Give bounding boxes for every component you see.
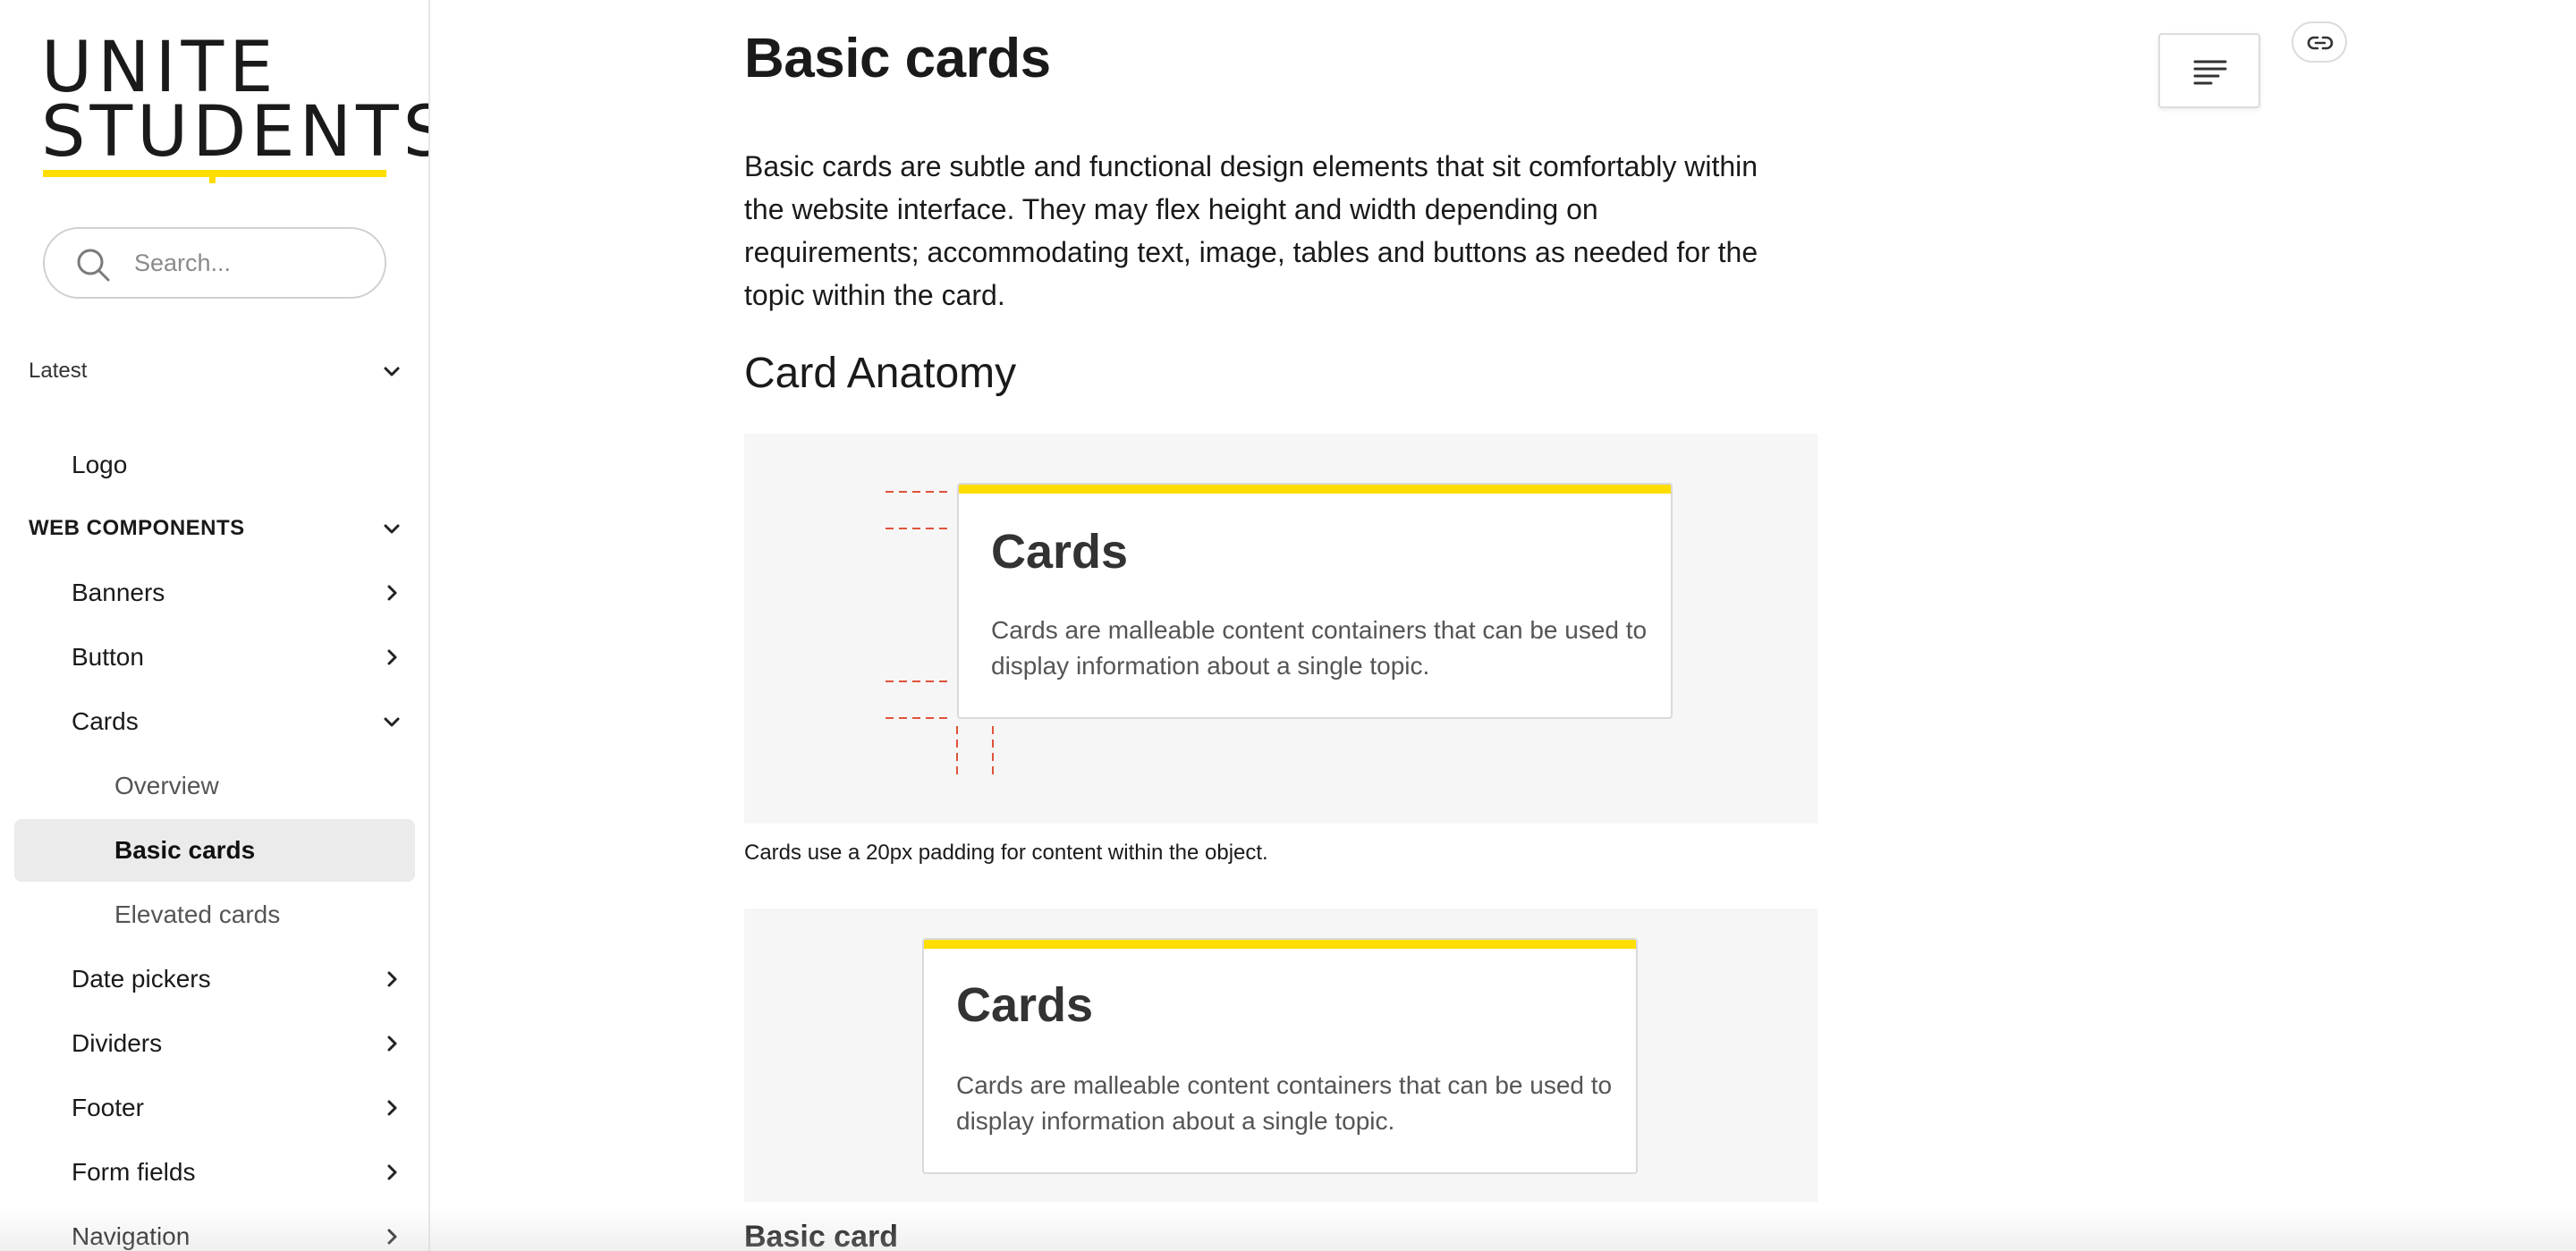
card-title: Cards [991,525,1129,579]
sidebar-item-latest[interactable]: Latest [14,340,415,402]
link-icon [2307,36,2334,50]
search-icon [77,249,110,282]
logo-underline [43,170,386,177]
sidebar-item-date-pickers[interactable]: Date pickers [14,948,415,1010]
sidebar-item-label: Dividers [72,1029,163,1057]
chevron-right-icon [387,649,397,665]
sidebar-item-label: WEB COMPONENTS [29,516,245,540]
sidebar-item-label: Navigation [72,1222,191,1250]
padding-caption: Cards use a 20px padding for content wit… [744,841,1268,865]
card-text: Cards are malleable content containers t… [956,1071,1613,1135]
sidebar-item-label: Banners [72,579,165,606]
table-of-contents-button[interactable] [2158,33,2260,108]
chevron-right-icon [387,585,397,601]
card-text: Cards are malleable content containers t… [991,616,1648,680]
sidebar-item-dividers[interactable]: Dividers [14,1012,415,1075]
sidebar-item-basic-cards[interactable]: Basic cards [14,819,415,882]
chevron-right-icon [387,971,397,987]
sidebar-item-label: Logo [72,451,128,478]
sidebar-item-label: Basic cards [114,836,256,864]
chevron-right-icon [387,1164,397,1180]
sidebar-item-footer[interactable]: Footer [14,1077,415,1139]
search-box[interactable] [43,227,386,299]
sidebar-item-overview[interactable]: Overview [14,755,415,817]
search-input[interactable] [134,229,376,297]
copy-link-button[interactable] [2292,21,2347,63]
sidebar-item-form-fields[interactable]: Form fields [14,1141,415,1204]
logo-line-2: STUDENTS [41,92,430,173]
sidebar-item-web-components[interactable]: WEB COMPONENTS [14,497,415,560]
sidebar-item-label: Elevated cards [114,900,281,928]
sidebar-item-cards[interactable]: Cards [14,690,415,753]
chevron-down-icon [384,717,400,727]
chevron-down-icon [384,524,400,534]
page-title: Basic cards [744,28,1051,89]
sidebar-item-label: Latest [29,359,88,383]
card-accent-bar [959,485,1671,494]
sidebar-item-banners[interactable]: Banners [14,562,415,624]
sidebar-item-label: Overview [114,772,219,799]
sidebar-item-label: Cards [72,707,139,735]
sidebar: UNITE STUDENTS Latest Logo WEB COMPONENT… [0,0,430,1251]
card-title: Cards [956,978,1094,1032]
intro-paragraph: Basic cards are subtle and functional de… [744,150,1758,311]
logo-underline-tick [209,177,216,183]
card-accent-bar [924,940,1636,949]
sidebar-item-button[interactable]: Button [14,626,415,689]
sidebar-item-logo[interactable]: Logo [14,434,415,496]
unite-students-logo[interactable]: UNITE STUDENTS [41,28,430,188]
section-heading-card-anatomy: Card Anatomy [744,350,1017,397]
sidebar-item-navigation[interactable]: Navigation [14,1205,415,1251]
main-content: Basic cards Basic cards are subtle and f… [432,0,2576,1251]
subheading-basic-card: Basic card [744,1220,898,1251]
sidebar-item-label: Button [72,643,144,671]
sidebar-item-elevated-cards[interactable]: Elevated cards [14,883,415,946]
chevron-right-icon [387,1229,397,1245]
sidebar-item-label: Footer [72,1094,144,1121]
example-card: Cards Cards are malleable content contai… [922,938,1638,1174]
sidebar-item-label: Date pickers [72,965,211,993]
sidebar-item-label: Form fields [72,1158,196,1186]
logo-line-1: UNITE [41,28,279,108]
chevron-down-icon [384,367,400,376]
table-of-contents-icon [2193,60,2227,85]
chevron-right-icon [387,1035,397,1052]
chevron-right-icon [387,1100,397,1116]
example-card-annotated: Cards Cards are malleable content contai… [957,483,1673,719]
